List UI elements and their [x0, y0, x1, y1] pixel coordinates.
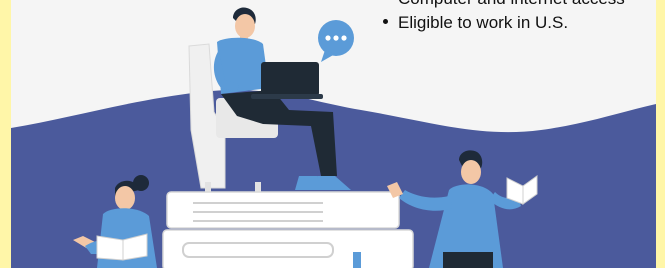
- bullet-icon: [383, 19, 388, 25]
- content-panel: Computer and internet access Eligible to…: [11, 0, 656, 268]
- illustration: [11, 7, 656, 268]
- book-stack: [162, 191, 414, 268]
- right-border: [656, 0, 665, 268]
- requirement-text: Eligible to work in U.S.: [398, 13, 569, 32]
- requirement-text: Computer and internet access: [398, 0, 625, 8]
- left-border: [0, 0, 11, 268]
- speech-bubble-icon: [318, 20, 354, 62]
- requirement-item: Computer and internet access: [383, 0, 625, 9]
- requirement-item: Eligible to work in U.S.: [383, 13, 568, 33]
- promo-banner: Computer and internet access Eligible to…: [0, 0, 665, 268]
